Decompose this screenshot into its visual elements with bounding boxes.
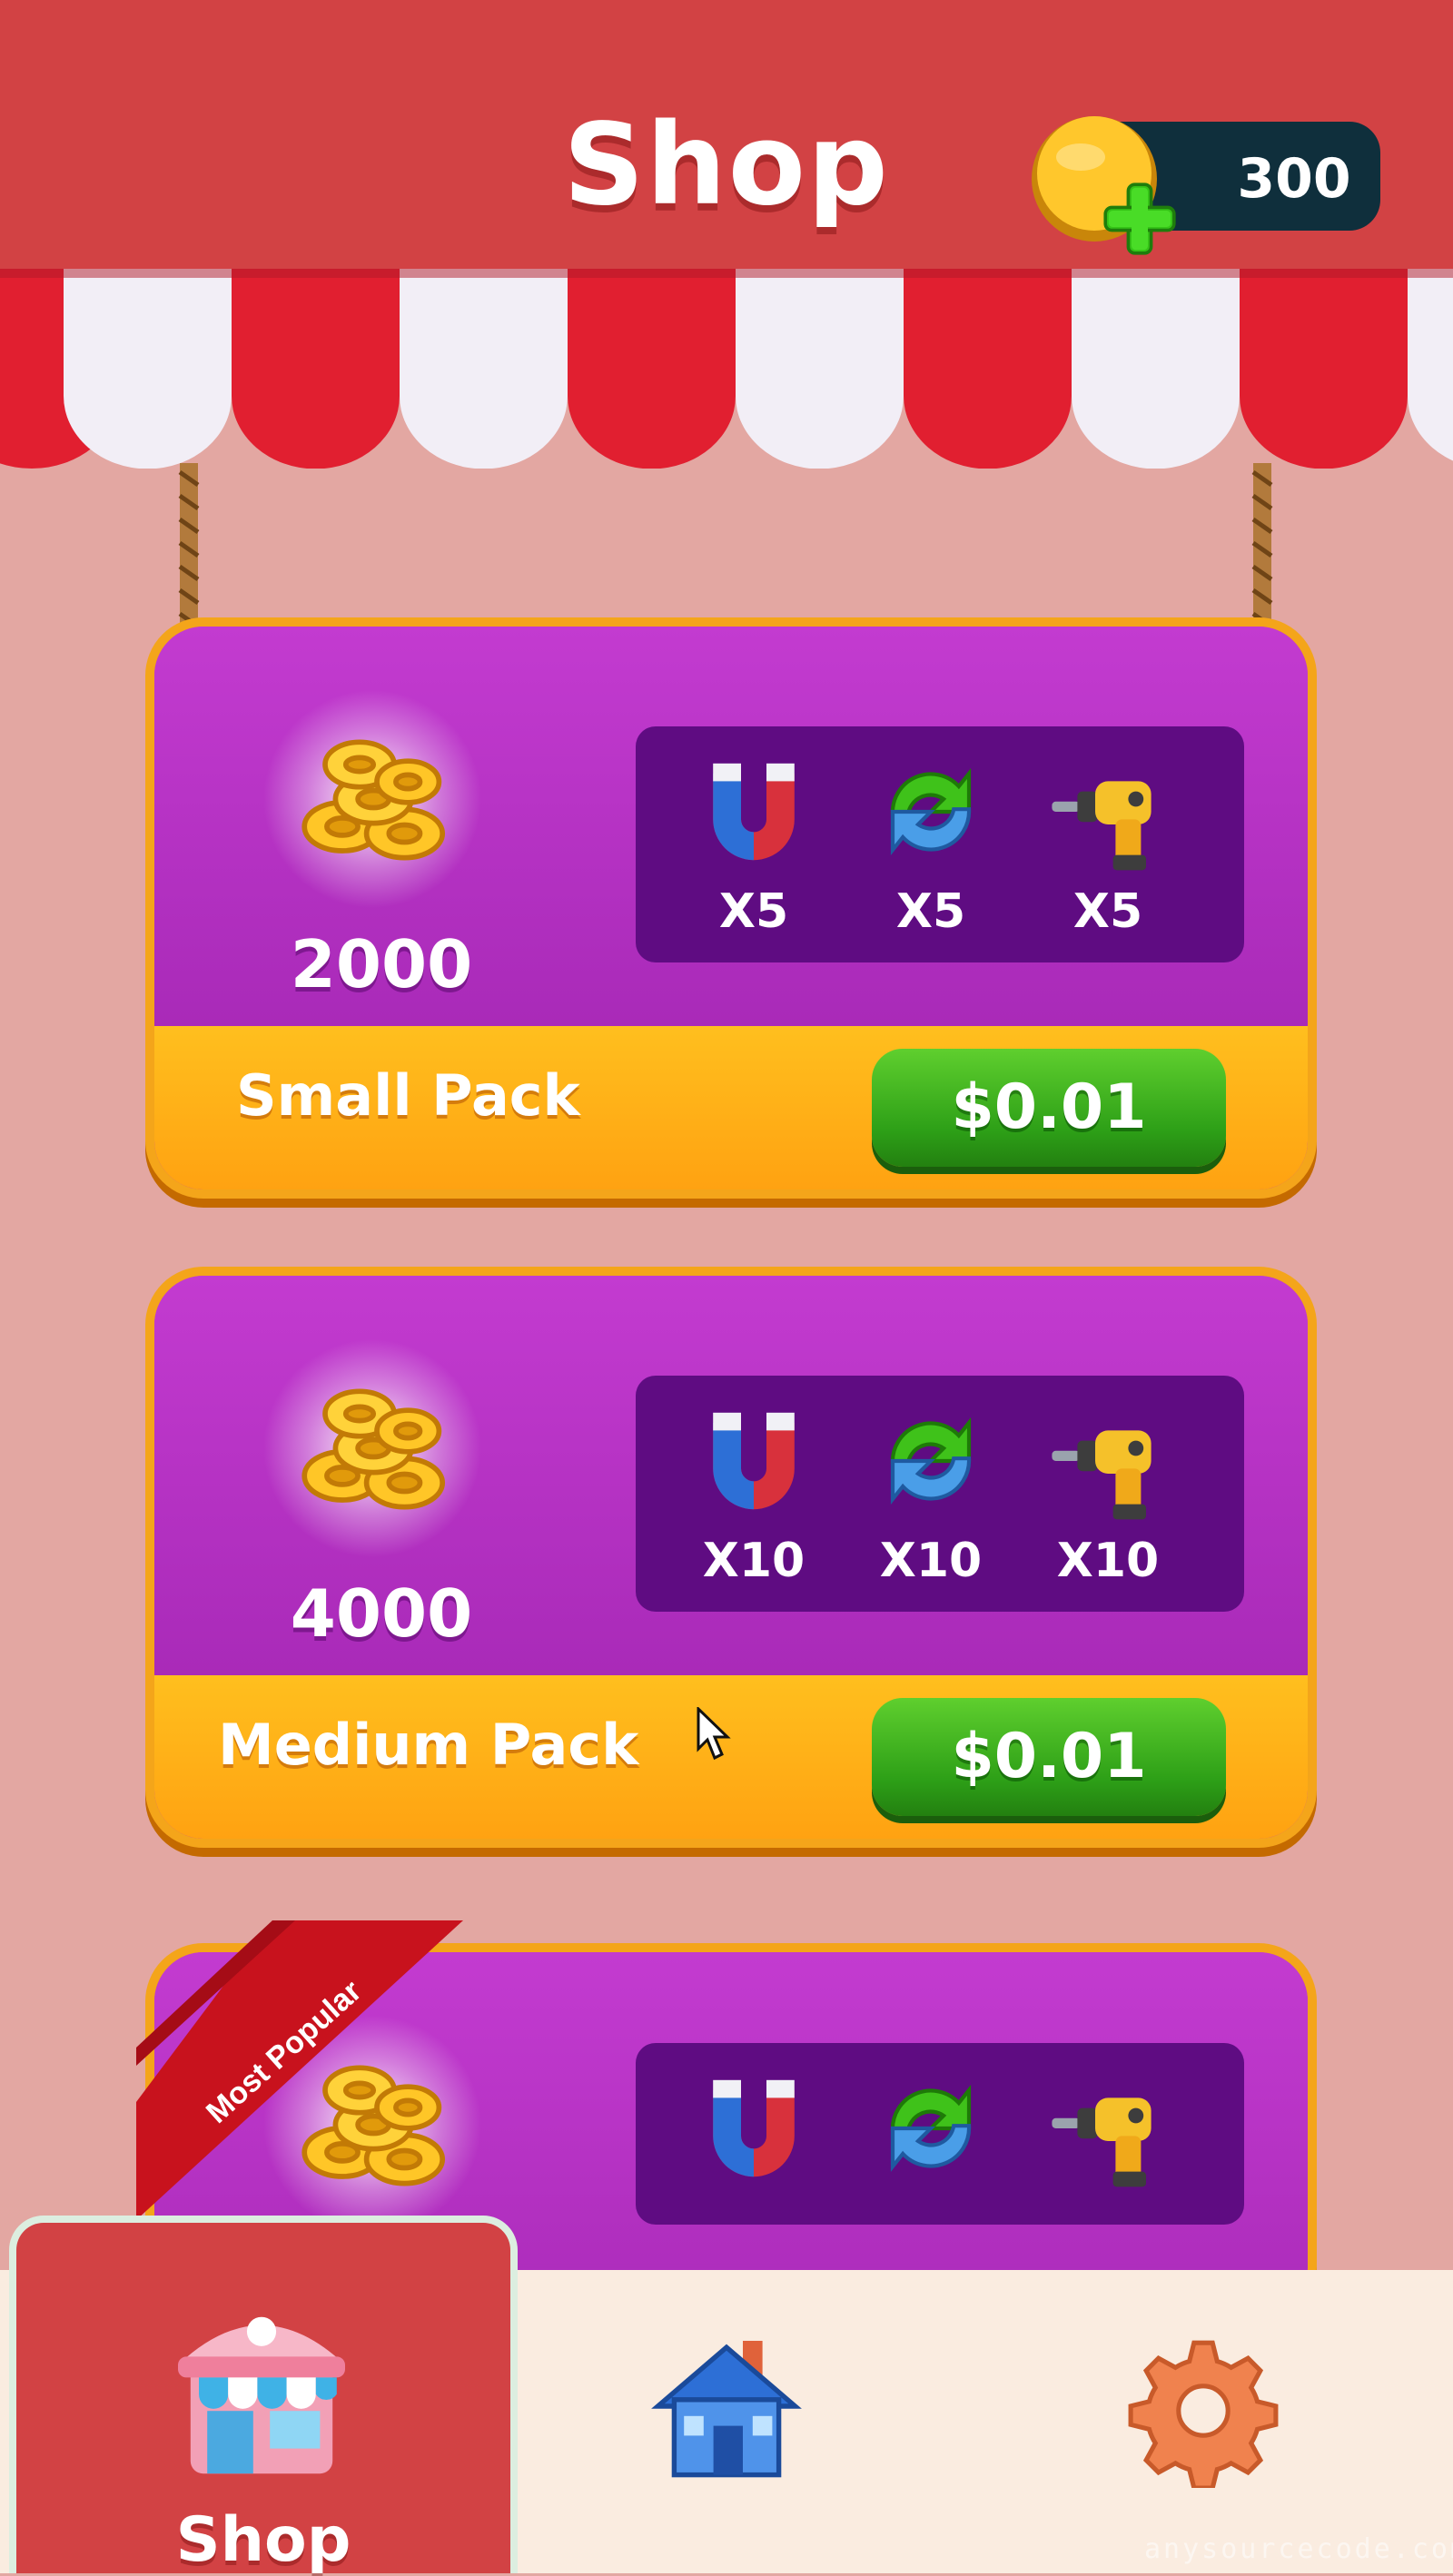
drill-icon: [1044, 2065, 1171, 2192]
watermark: anysourcecode.com: [1144, 2533, 1453, 2565]
tab-shop-label: Shop: [175, 2504, 351, 2576]
gear-icon[interactable]: [1126, 2334, 1280, 2488]
plus-icon[interactable]: [1099, 178, 1181, 260]
shop-awning: [0, 269, 1453, 469]
coin-balance-value: 300: [1237, 147, 1351, 211]
coin-amount: 4000: [290, 1575, 473, 1652]
item-quantity: X10: [1056, 1534, 1160, 1588]
pack-name: Medium Pack: [218, 1712, 639, 1778]
pack-card-small: 2000 X5 X5 X5 Small Pack $0.01: [145, 617, 1317, 1199]
cursor-icon: [697, 1707, 731, 1761]
items-box: [636, 2043, 1244, 2225]
drill-icon: [1044, 1397, 1171, 1525]
pack-name: Small Pack: [236, 1062, 580, 1129]
pack-card-medium: 4000 X10 X10 X10 Medium Pack $0.01: [145, 1267, 1317, 1848]
magnet-icon: [690, 2065, 817, 2192]
shuffle-icon: [867, 2065, 994, 2192]
item-quantity: X5: [1072, 884, 1143, 939]
buy-button[interactable]: $0.01: [872, 1698, 1226, 1816]
most-popular-badge: Most Popular: [136, 1920, 463, 2220]
drill-icon: [1044, 748, 1171, 875]
item-quantity: X5: [895, 884, 966, 939]
items-box: X10 X10 X10: [636, 1376, 1244, 1612]
coins-icon: [291, 1362, 463, 1535]
magnet-icon: [690, 748, 817, 875]
buy-button[interactable]: $0.01: [872, 1049, 1226, 1167]
coin-amount: 2000: [290, 926, 473, 1002]
shuffle-icon: [867, 748, 994, 875]
item-quantity: X10: [702, 1534, 806, 1588]
item-quantity: X10: [879, 1534, 983, 1588]
shuffle-icon: [867, 1397, 994, 1525]
shop-icon: [178, 2316, 345, 2474]
coins-icon: [291, 713, 463, 885]
home-icon[interactable]: [645, 2324, 808, 2488]
items-box: X5 X5 X5: [636, 726, 1244, 962]
item-quantity: X5: [718, 884, 789, 939]
tab-shop[interactable]: Shop: [9, 2216, 518, 2576]
magnet-icon: [690, 1397, 817, 1525]
